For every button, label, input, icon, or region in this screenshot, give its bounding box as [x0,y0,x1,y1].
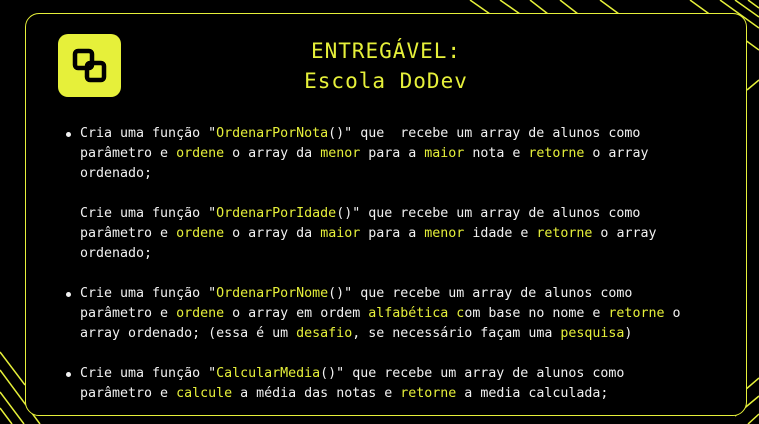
page-title: ENTREGÁVEL: Escola DoDev [26,36,746,96]
highlight-text: alfabética c [368,306,465,321]
list-item-line: Cria uma função "OrdenarPorNota()" que r… [80,124,746,144]
body-text: array ordenado; (essa é um [80,326,297,341]
highlight-text: calcule [176,386,233,401]
body-text: ordenado; [80,166,153,181]
list-item-line: array ordenado; (essa é um desafio, se n… [80,324,746,344]
body-text: Crie uma função " [80,286,217,301]
highlight-text: maior [320,226,361,241]
highlight-text: OrdenarPorIdade [216,206,337,221]
body-text: para a [360,146,425,161]
list-item-line: Crie uma função "OrdenarPorIdade()" que … [80,204,746,224]
list-item-line: ordenado; [80,244,746,264]
highlight-text: menor [424,226,465,241]
body-text: idade e [464,226,537,241]
body-text: o array em ordem [224,306,369,321]
list-item: Crie uma função "CalcularMedia()" que re… [66,364,746,404]
body-text: parâmetro e [80,306,177,321]
body-text: a media calculada; [456,386,609,401]
body-text: ()" que recebe um array de alunos como [336,206,641,221]
list-item-line: parâmetro e calcule a média das notas e … [80,384,746,404]
highlight-text: retorne [536,226,593,241]
body-text: ()" que recebe um array de alunos como [328,286,633,301]
body-text: ordenado; [80,246,153,261]
body-text: ) [624,326,633,341]
body-text: parâmetro e [80,146,177,161]
title-line-1: ENTREGÁVEL: [310,39,462,63]
body-text: ()" que recebe um array de alunos como [328,126,641,141]
body-text: o array da [224,146,321,161]
highlight-text: pesquisa [560,326,625,341]
highlight-text: maior [424,146,465,161]
highlight-text: retorne [528,146,585,161]
highlight-text: ordene [176,306,225,321]
body-text: o [664,306,681,321]
list-item-line: ordenado; [80,164,746,184]
title-line-2: Escola DoDev [304,69,468,93]
body-text: nota e [464,146,529,161]
highlight-text: menor [320,146,361,161]
body-text: , se necessário façam uma [352,326,561,341]
highlight-text: desafio [296,326,353,341]
highlight-text: retorne [400,386,457,401]
body-text: a média das notas e [232,386,401,401]
highlight-text: OrdenarPorNota [216,126,329,141]
highlight-text: CalcularMedia [216,366,321,381]
list-item: Crie uma função "OrdenarPorIdade()" que … [66,204,746,264]
highlight-text: ordene [176,226,225,241]
list-item: Cria uma função "OrdenarPorNota()" que r… [66,124,746,184]
highlight-text: ordene [176,146,225,161]
body-text: parâmetro e [80,226,177,241]
list-item-line: parâmetro e ordene o array em ordem alfa… [80,304,746,324]
body-text: om base no nome e [464,306,609,321]
list-item-line: Crie uma função "OrdenarPorNome()" que r… [80,284,746,304]
body-text: o array da [224,226,321,241]
list-item: Crie uma função "OrdenarPorNome()" que r… [66,284,746,344]
highlight-text: retorne [608,306,665,321]
body-text: Crie uma função " [80,206,217,221]
body-text: para a [360,226,425,241]
body-text: Cria uma função " [80,126,217,141]
body-text: ()" que recebe um array de alunos como [320,366,625,381]
list-item-line: parâmetro e ordene o array da menor para… [80,144,746,164]
body-text: o array [592,226,657,241]
body-text: o array [584,146,649,161]
list-item-line: parâmetro e ordene o array da maior para… [80,224,746,244]
highlight-text: OrdenarPorNome [216,286,329,301]
deliverable-card: ENTREGÁVEL: Escola DoDev Cria uma função… [25,13,747,416]
body-text: parâmetro e [80,386,177,401]
task-list: Cria uma função "OrdenarPorNota()" que r… [66,124,746,404]
body-text: Crie uma função " [80,366,217,381]
list-item-line: Crie uma função "CalcularMedia()" que re… [80,364,746,384]
